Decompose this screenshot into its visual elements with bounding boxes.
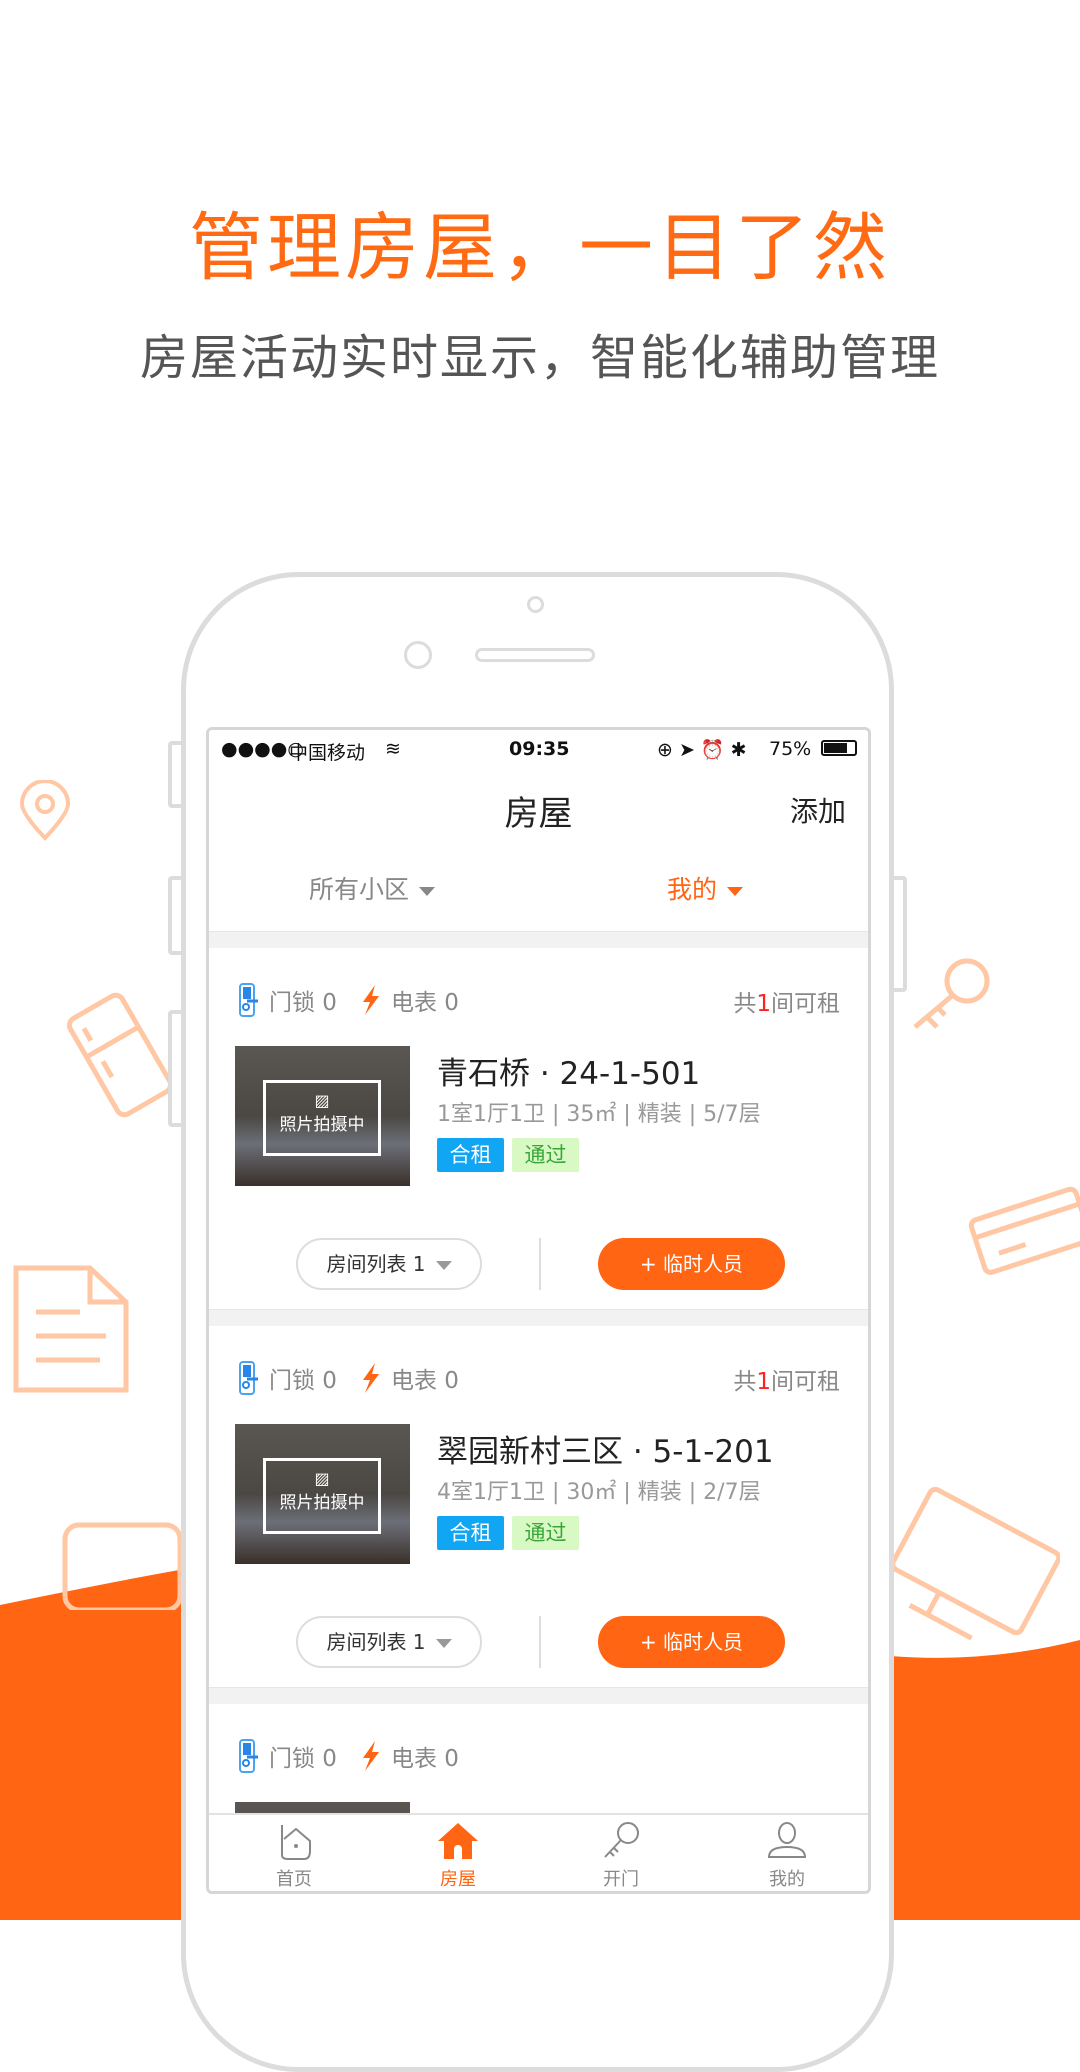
tab-home[interactable]: 首页 [234, 1821, 354, 1891]
location-pin-icon [19, 780, 71, 841]
available-rooms: 共1间可租 [733, 1369, 840, 1395]
house-card[interactable]: 门锁 0 电表 0 共1间可租 ▨ 照片拍摄中 青石桥 · 24-1-501 1室… [209, 948, 868, 1309]
house-photo[interactable]: ▨ 照片拍摄中 [235, 1046, 410, 1186]
house-title[interactable]: 翠园新村三区 · 5-1-201 [437, 1426, 774, 1471]
meter-count: 电表 0 [390, 990, 459, 1016]
community-filter[interactable]: 所有小区 [309, 870, 436, 906]
community-filter-label: 所有小区 [309, 875, 410, 904]
tab-open-door[interactable]: 开门 [561, 1821, 681, 1891]
room-list-button[interactable]: 房间列表 1 [296, 1238, 482, 1290]
front-camera [404, 641, 432, 669]
house-photo[interactable]: ▨ 照片拍摄中 [235, 1424, 410, 1564]
status-badge: 通过 [512, 1516, 579, 1550]
house-spec: 1室1厅1卫 | 35㎡ | 精装 | 5/7层 [437, 1102, 761, 1127]
lightning-icon [362, 1363, 379, 1393]
device-summary: 门锁 0 电表 0 [237, 1360, 481, 1396]
rent-type-badge: 合租 [437, 1516, 504, 1550]
tab-bar: 首页 房屋 开门 我的 [209, 1813, 868, 1891]
tab-label: 首页 [276, 1869, 312, 1890]
add-temp-person-button[interactable]: + 临时人员 [598, 1616, 785, 1668]
tab-label: 开门 [603, 1869, 639, 1890]
device-summary: 门锁 0 电表 0 [237, 982, 481, 1018]
document-decor-icon [13, 1265, 129, 1393]
house-title[interactable]: 青石桥 · 24-1-501 [437, 1048, 700, 1093]
house-icon [438, 1823, 478, 1859]
room-list-button[interactable]: 房间列表 1 [296, 1616, 482, 1668]
house-card[interactable]: 门锁 0 电表 0 共1间可租 ▨ 照片拍摄中 翠园新村三区 · 5-1-201 … [209, 1326, 868, 1687]
door-lock-count: 门锁 0 [269, 990, 337, 1016]
door-lock-count: 门锁 0 [269, 1746, 337, 1772]
meter-count: 电表 0 [390, 1368, 459, 1394]
house-spec: 4室1厅1卫 | 30㎡ | 精装 | 2/7层 [437, 1480, 761, 1505]
divider [539, 1238, 541, 1290]
carrier-name: 中国移动 [289, 742, 366, 764]
section-divider [209, 1309, 868, 1326]
monitor-decor-icon [890, 1486, 1060, 1641]
chevron-down-icon [419, 886, 436, 896]
home-screen-icon [281, 1825, 311, 1860]
tab-label: 房屋 [440, 1869, 476, 1890]
photo-status: 照片拍摄中 [279, 1115, 365, 1135]
wallet-decor-icon [62, 1522, 183, 1610]
divider [539, 1616, 541, 1668]
chevron-down-icon [435, 1261, 452, 1270]
chevron-down-icon [435, 1639, 452, 1648]
available-rooms: 共1间可租 [733, 991, 840, 1017]
tab-mine[interactable]: 我的 [727, 1821, 847, 1891]
status-icons: ⊕ ➤ ⏰ ✱ [657, 739, 747, 761]
mine-filter-label: 我的 [667, 875, 718, 904]
promo-headline: 管理房屋，一目了然 [189, 205, 891, 291]
earpiece-speaker [475, 648, 595, 662]
battery-percent: 75% [769, 738, 812, 760]
door-lock-count: 门锁 0 [269, 1368, 337, 1394]
chevron-down-icon [727, 886, 744, 896]
app-screen: ●●●●○ 中国移动 ≋ 09:35 ⊕ ➤ ⏰ ✱ 75% 房屋 添加 所有小… [206, 727, 871, 1894]
wifi-icon: ≋ [385, 738, 401, 760]
add-temp-person-button[interactable]: + 临时人员 [598, 1238, 785, 1290]
photo-placeholder: ▨ 照片拍摄中 [263, 1080, 381, 1156]
battery-icon [821, 740, 857, 756]
status-bar: ●●●●○ 中国移动 ≋ 09:35 ⊕ ➤ ⏰ ✱ 75% [209, 730, 868, 766]
lightning-icon [362, 985, 379, 1015]
tab-houses[interactable]: 房屋 [398, 1821, 518, 1891]
image-icon: ▨ [314, 1469, 330, 1488]
door-lock-icon [239, 1361, 258, 1395]
photo-status: 照片拍摄中 [279, 1493, 365, 1513]
key-icon [604, 1822, 639, 1858]
meter-count: 电表 0 [390, 1746, 459, 1772]
image-icon: ▨ [314, 1091, 330, 1110]
page-title: 房屋 [504, 794, 573, 834]
proximity-sensor [527, 596, 544, 613]
promo-subline: 房屋活动实时显示，智能化辅助管理 [139, 330, 940, 386]
tab-label: 我的 [769, 1869, 805, 1890]
key-decor-icon [913, 958, 990, 1029]
device-summary: 门锁 0 电表 0 [237, 1738, 481, 1774]
status-badge: 通过 [512, 1138, 579, 1172]
section-divider [209, 1687, 868, 1704]
user-icon [767, 1822, 807, 1858]
add-button[interactable]: 添加 [790, 790, 846, 830]
photo-placeholder: ▨ 照片拍摄中 [263, 1458, 381, 1534]
door-lock-icon [239, 1739, 258, 1773]
door-lock-icon [239, 983, 258, 1017]
mine-filter[interactable]: 我的 [667, 870, 744, 906]
card-decor-icon [968, 1186, 1080, 1275]
rent-type-badge: 合租 [437, 1138, 504, 1172]
clock: 09:35 [509, 738, 570, 760]
section-divider [209, 931, 868, 948]
lightning-icon [362, 1741, 379, 1771]
fridge-decor-icon [66, 992, 174, 1118]
